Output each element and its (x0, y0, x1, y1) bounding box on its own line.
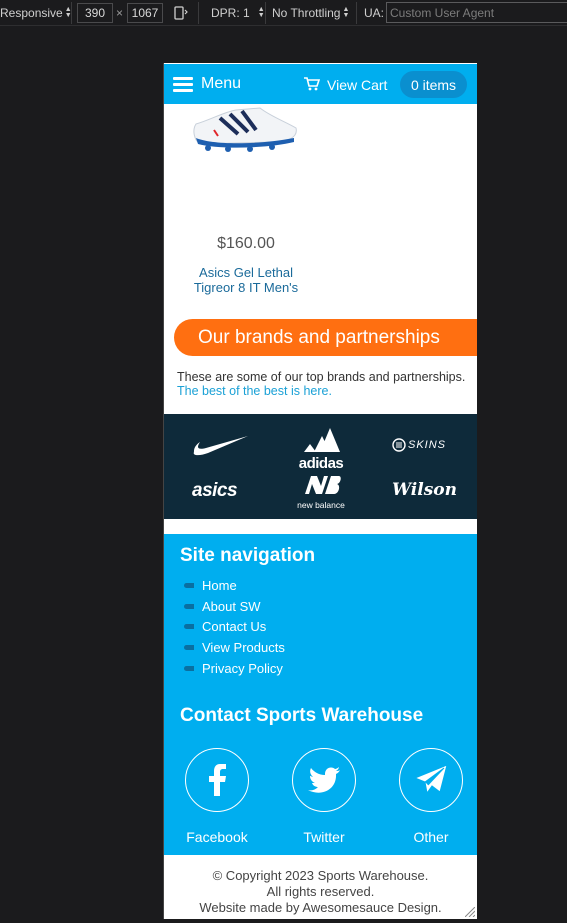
top-navigation-bar: Menu View Cart 0 items (164, 64, 477, 104)
adidas-wordmark: adidas (298, 455, 344, 472)
brands-description: These are some of our top brands and par… (177, 370, 477, 398)
facebook-icon (209, 764, 226, 796)
footer-nav-item-home[interactable]: Home (184, 575, 285, 596)
twitter-icon (308, 767, 340, 793)
brands-text: These are some of our top brands and par… (177, 370, 466, 384)
bullet-icon (184, 666, 194, 672)
height-input[interactable]: 1067 (127, 3, 163, 23)
footer-nav-list: Home About SW Contact Us View Products P… (184, 575, 285, 679)
width-input[interactable]: 390 (77, 3, 113, 23)
view-cart-link[interactable]: View Cart (327, 77, 387, 93)
updown-icon: ▲ ▼ (257, 6, 265, 19)
footer-nav-label: Privacy Policy (202, 661, 283, 677)
other-label[interactable]: Other (381, 829, 477, 845)
rotate-button[interactable] (173, 0, 189, 26)
skins-wordmark: SKINS (408, 439, 447, 451)
resize-handle-icon[interactable] (465, 907, 475, 917)
bullet-icon (184, 582, 194, 588)
facebook-button[interactable] (185, 748, 249, 812)
footer-nav-item-products[interactable]: View Products (184, 637, 285, 658)
site-navigation-heading: Site navigation (180, 545, 316, 566)
site-footer: Site navigation Home About SW Contact Us… (164, 534, 477, 855)
footer-nav-label: View Products (202, 640, 285, 656)
hamburger-icon[interactable] (173, 77, 193, 92)
footer-nav-label: Contact Us (202, 619, 267, 635)
devtools-toolbar: Responsive ▲ ▼ 390 × 1067 DPR: 1 ▲ ▼ No Th… (0, 0, 567, 26)
brands-link[interactable]: The best of the best is here. (177, 384, 477, 398)
product-name-link[interactable]: Asics Gel Lethal Tigreor 8 IT Men's (192, 265, 300, 295)
contact-heading: Contact Sports Warehouse (180, 705, 424, 726)
nike-logo[interactable] (192, 434, 250, 456)
brand-logos-band: adidas SKINS asics new balance Wilson (164, 414, 477, 519)
dpr-label: DPR: 1 (211, 6, 250, 20)
asics-logo[interactable]: asics (192, 480, 238, 502)
divider (356, 2, 357, 24)
user-agent-input[interactable]: Custom User Agent (386, 2, 567, 23)
twitter-label[interactable]: Twitter (274, 829, 374, 845)
updown-icon: ▲ ▼ (342, 6, 350, 19)
footer-nav-item-about[interactable]: About SW (184, 596, 285, 617)
nb-emblem-icon (305, 476, 341, 494)
bullet-icon (184, 624, 194, 630)
divider (198, 2, 199, 24)
throttling-label: No Throttling (272, 6, 341, 20)
wilson-logo[interactable]: Wilson (392, 480, 457, 500)
bullet-icon (184, 645, 194, 651)
dpr-select[interactable]: DPR: 1 ▲ ▼ (211, 0, 265, 26)
cart-count-badge[interactable]: 0 items (400, 71, 467, 98)
device-select[interactable]: Responsive ▲ ▼ (0, 0, 72, 26)
footer-nav-label: Home (202, 577, 237, 593)
other-button[interactable] (399, 748, 463, 812)
skins-logo[interactable]: SKINS (392, 438, 446, 452)
credit-line: Website made by Awesomesauce Design. (199, 900, 442, 915)
footer-nav-label: About SW (202, 598, 261, 614)
new-balance-wordmark: new balance (297, 500, 345, 510)
footer-nav-item-privacy[interactable]: Privacy Policy (184, 658, 285, 679)
copyright-block: © Copyright 2023 Sports Warehouse. All r… (164, 868, 477, 916)
adidas-logo[interactable]: adidas (290, 428, 352, 471)
facebook-label[interactable]: Facebook (167, 829, 267, 845)
new-balance-logo[interactable]: new balance (290, 474, 352, 510)
device-select-label: Responsive (0, 6, 63, 20)
bullet-icon (184, 603, 194, 609)
ua-label: UA: (364, 6, 385, 20)
copyright-line: © Copyright 2023 Sports Warehouse. (212, 868, 429, 883)
product-price: $160.00 (217, 235, 275, 252)
rights-line: All rights reserved. (266, 884, 375, 899)
divider (265, 2, 266, 24)
divider (71, 2, 72, 24)
skins-emblem-icon (392, 438, 406, 452)
times-sign: × (116, 6, 124, 20)
footer-nav-item-contact[interactable]: Contact Us (184, 617, 285, 638)
brands-heading: Our brands and partnerships (174, 319, 477, 356)
send-icon (414, 764, 448, 795)
cart-icon[interactable] (304, 77, 320, 91)
menu-button[interactable]: Menu (201, 75, 241, 93)
product-image[interactable] (190, 104, 300, 152)
twitter-button[interactable] (292, 748, 356, 812)
rotate-icon (174, 6, 188, 20)
adidas-stripes-icon (304, 428, 340, 452)
throttling-select[interactable]: No Throttling ▲ ▼ (272, 0, 349, 26)
mobile-viewport: Menu View Cart 0 items $160.00 Asics Gel… (163, 63, 477, 919)
